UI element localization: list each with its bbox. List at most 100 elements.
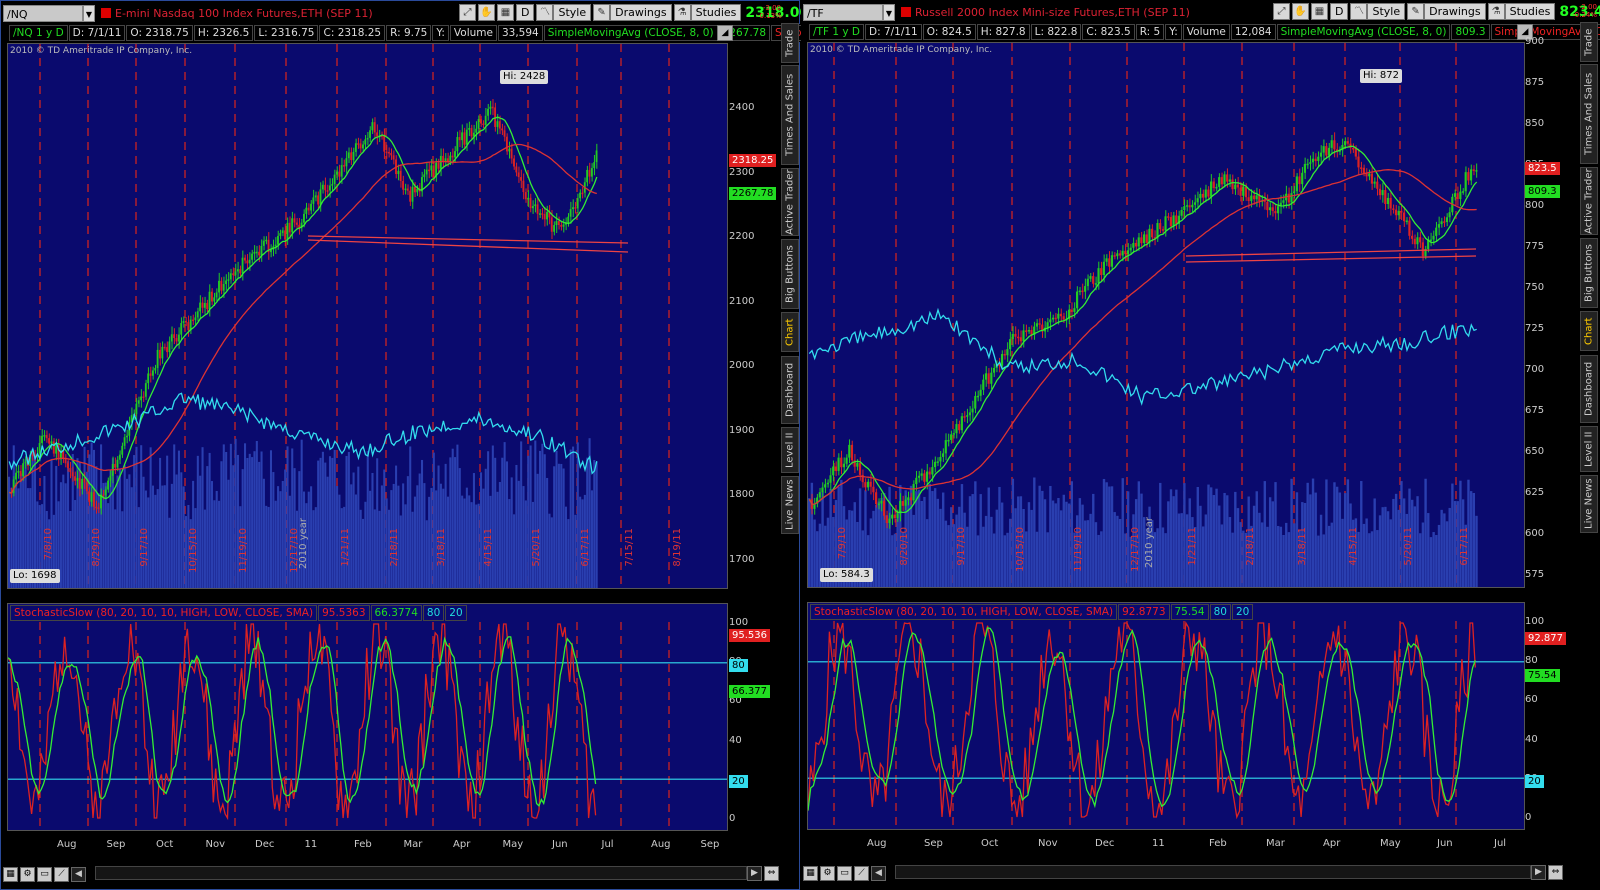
price-plot[interactable] <box>808 43 1524 587</box>
stoch-v1: 95.5363 <box>318 605 370 621</box>
chart-settings-icon[interactable]: ◢ <box>717 25 733 41</box>
drawings-button[interactable]: Drawings <box>610 4 672 21</box>
side-tab-trade[interactable]: Trade <box>1580 22 1598 62</box>
side-tab-dashboard[interactable]: Dashboard <box>1580 355 1598 423</box>
link-icon[interactable] <box>101 8 111 18</box>
side-tab-dashboard[interactable]: Dashboard <box>781 356 799 424</box>
volume-bar <box>1282 534 1285 587</box>
side-tab-big-buttons[interactable]: Big Buttons <box>781 239 799 309</box>
symbol-input[interactable]: /TF <box>803 3 883 21</box>
side-tab-times-and-sales[interactable]: Times And Sales <box>781 65 799 165</box>
style-button[interactable]: Style <box>553 4 592 21</box>
style-icon[interactable]: 〽 <box>1350 3 1368 20</box>
drawing-icon[interactable]: ⟋ <box>854 865 869 881</box>
timeframe-button[interactable]: D <box>1330 3 1349 20</box>
candle <box>1124 250 1127 255</box>
candle <box>425 169 428 175</box>
candle <box>1220 177 1223 185</box>
zoom-icon[interactable]: ⤢ <box>1273 3 1290 20</box>
side-tab-big-buttons[interactable]: Big Buttons <box>1580 238 1598 308</box>
window-icon[interactable]: ▭ <box>837 865 852 881</box>
pan-icon[interactable]: ✋ <box>1292 3 1309 20</box>
stoch-label[interactable]: StochasticSlow (80, 20, 10, 10, HIGH, LO… <box>810 604 1118 620</box>
side-tab-chart[interactable]: Chart <box>781 312 799 352</box>
volume-bar <box>255 441 258 588</box>
side-tab-active-trader[interactable]: Active Trader <box>781 168 799 236</box>
studies-icon[interactable]: ⚗ <box>1487 3 1505 20</box>
link-icon[interactable] <box>901 7 911 17</box>
timeframe-button[interactable]: D <box>516 4 535 21</box>
drawings-button[interactable]: Drawings <box>1424 3 1486 20</box>
volume-bar <box>1094 522 1098 587</box>
drawings-icon[interactable]: ✎ <box>1407 3 1425 20</box>
period-cell[interactable]: /TF 1 y D <box>809 24 864 40</box>
grid-icon[interactable]: ▦ <box>803 865 818 881</box>
nq-price-chart[interactable]: 2010 © TD Ameritrade IP Company, Inc. Hi… <box>7 43 728 589</box>
grid-icon[interactable]: ▦ <box>3 866 18 882</box>
side-tab-trade[interactable]: Trade <box>781 23 799 63</box>
volume-bar <box>1097 534 1100 587</box>
scroll-left-icon[interactable]: ◀ <box>71 866 86 882</box>
side-tab-level-ii[interactable]: Level II <box>1580 426 1598 472</box>
side-tab-times-and-sales[interactable]: Times And Sales <box>1580 64 1598 164</box>
date-label: 3/18/11 <box>436 528 447 567</box>
chevron-down-icon[interactable]: ▼ <box>883 3 895 21</box>
tf-stoch-axis[interactable]: 10080604020092.87775.5420 <box>1525 602 1570 830</box>
expand-icon[interactable]: ⇔ <box>1548 865 1563 880</box>
volume-bar <box>1183 483 1186 587</box>
sma-label[interactable]: SimpleMovingAvg (CLOSE, 8, 0) <box>543 25 718 41</box>
tf-scrollbar[interactable] <box>895 865 1531 879</box>
nq-price-axis[interactable]: 2400 2300 2200 2100 2000 1900 1800 1700 2318.25 2… <box>729 43 777 589</box>
volume-bar <box>1199 505 1202 587</box>
settings-icon[interactable]: ⚙ <box>20 866 35 882</box>
studies-button[interactable]: Studies <box>690 4 742 21</box>
tf-price-chart[interactable]: 2010 © TD Ameritrade IP Company, Inc. Hi… <box>807 42 1525 588</box>
candle <box>371 122 374 131</box>
drawings-icon[interactable]: ✎ <box>593 4 611 21</box>
side-tab-live-news[interactable]: Live News <box>781 476 799 534</box>
candle <box>78 477 81 489</box>
volume-bar <box>347 451 350 588</box>
side-tab-chart[interactable]: Chart <box>1580 311 1598 351</box>
volume-bar <box>468 495 471 588</box>
studies-button[interactable]: Studies <box>1504 3 1556 20</box>
nq-stoch-axis[interactable]: 10080604020095.5368066.37720 <box>729 603 774 831</box>
candle <box>1362 167 1365 174</box>
drawing-icon[interactable]: ⟋ <box>54 866 69 882</box>
stoch-plot[interactable] <box>8 604 727 830</box>
settings-icon[interactable]: ⚙ <box>820 865 835 881</box>
hi-label: Hi: 2428 <box>500 70 549 84</box>
volume-bar <box>69 510 72 588</box>
tf-stochastic-chart[interactable]: StochasticSlow (80, 20, 10, 10, HIGH, LO… <box>807 602 1525 830</box>
sma-label[interactable]: SimpleMovingAvg (CLOSE, 8, 0) <box>1276 24 1451 40</box>
side-tab-live-news[interactable]: Live News <box>1580 475 1598 533</box>
scroll-right-icon[interactable]: ▶ <box>747 866 762 881</box>
symbol-input[interactable]: /NQ <box>3 4 83 22</box>
stoch-plot[interactable] <box>808 603 1524 829</box>
style-button[interactable]: Style <box>1367 3 1406 20</box>
candle <box>199 302 202 312</box>
tf-price-axis[interactable]: 9008758508258007757507257006756506256005… <box>1525 36 1570 588</box>
grid-icon[interactable]: ▦ <box>497 4 514 21</box>
scroll-right-icon[interactable]: ▶ <box>1531 865 1546 880</box>
stoch-label[interactable]: StochasticSlow (80, 20, 10, 10, HIGH, LO… <box>10 605 318 621</box>
style-icon[interactable]: 〽 <box>536 4 554 21</box>
window-icon[interactable]: ▭ <box>37 866 52 882</box>
side-tab-active-trader[interactable]: Active Trader <box>1580 167 1598 235</box>
expand-icon[interactable]: ⇔ <box>764 866 779 881</box>
pan-icon[interactable]: ✋ <box>478 4 495 21</box>
volume-bar <box>1124 533 1127 587</box>
chevron-down-icon[interactable]: ▼ <box>83 4 95 22</box>
side-tab-level-ii[interactable]: Level II <box>781 427 799 473</box>
studies-icon[interactable]: ⚗ <box>673 4 691 21</box>
date-label: 10/15/10 <box>1015 527 1026 572</box>
nq-stochastic-chart[interactable]: StochasticSlow (80, 20, 10, 10, HIGH, LO… <box>7 603 728 831</box>
grid-icon[interactable]: ▦ <box>1311 3 1328 20</box>
nq-scrollbar[interactable] <box>95 866 747 880</box>
candle <box>1143 234 1146 244</box>
scroll-left-icon[interactable]: ◀ <box>871 865 886 881</box>
period-cell[interactable]: /NQ 1 y D <box>9 25 68 41</box>
zoom-icon[interactable]: ⤢ <box>459 4 476 21</box>
price-plot[interactable] <box>8 44 727 588</box>
candle <box>1271 207 1274 212</box>
